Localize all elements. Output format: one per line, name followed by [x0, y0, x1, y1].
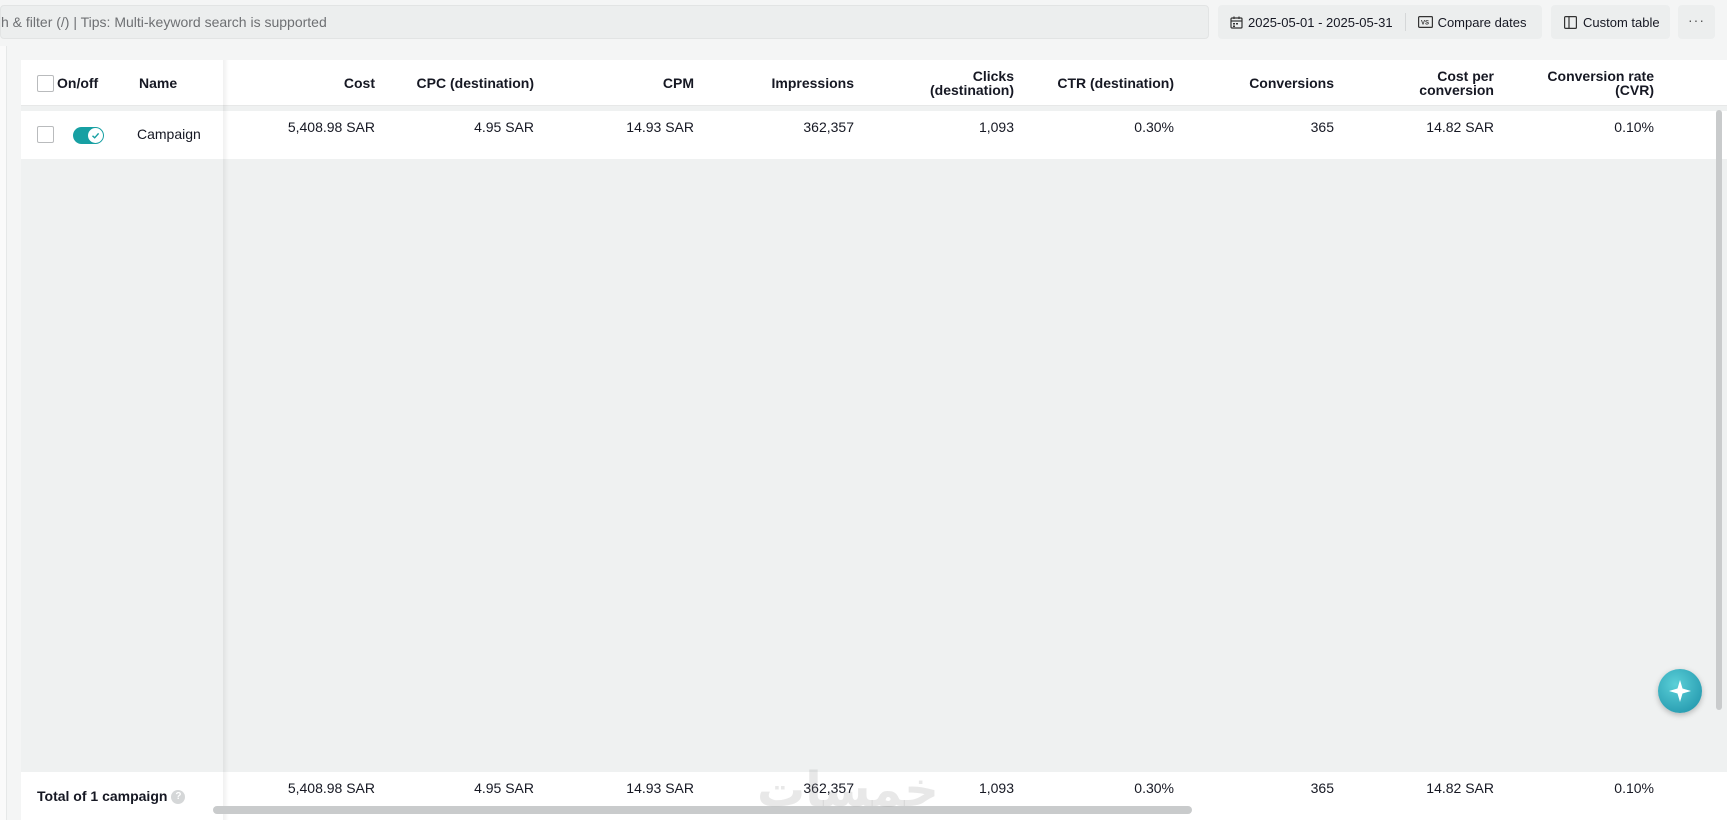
- header-conversions[interactable]: Conversions: [1174, 76, 1334, 90]
- side-panel-edge: [0, 46, 7, 820]
- check-icon: [92, 132, 100, 139]
- calendar-icon: [1230, 16, 1243, 29]
- header-cpc[interactable]: CPC (destination): [375, 76, 534, 90]
- svg-text:VS: VS: [1421, 21, 1429, 27]
- cell-clicks: 1,093: [978, 119, 1014, 135]
- total-cpm: 14.93 SAR: [626, 780, 694, 796]
- table-header: On/off Name Cost CPC (destination) CPM I…: [21, 60, 1727, 106]
- campaign-table: On/off Name Cost CPC (destination) CPM I…: [21, 60, 1727, 820]
- table-row: Campaign 5,408.98 SAR 4.95 SAR 14.93 SAR…: [21, 111, 1727, 159]
- header-cost-per-conversion[interactable]: Cost per conversion: [1334, 69, 1494, 97]
- horizontal-scrollbar[interactable]: [213, 806, 1192, 814]
- header-cpconv-line2: conversion: [1419, 82, 1494, 98]
- header-cvr-line2: (CVR): [1615, 82, 1654, 98]
- date-controls: 2025-05-01 - 2025-05-31 VS Compare dates: [1218, 5, 1542, 39]
- header-cvr-line1: Conversion rate: [1547, 68, 1654, 84]
- cell-cvr: 0.10%: [1614, 119, 1654, 135]
- more-options-button[interactable]: ···: [1678, 5, 1715, 39]
- header-clicks-line1: Clicks: [972, 68, 1014, 84]
- total-cost-per-conversion: 14.82 SAR: [1426, 780, 1494, 796]
- header-cost[interactable]: Cost: [229, 76, 375, 90]
- header-ctr[interactable]: CTR (destination): [1014, 76, 1174, 90]
- toggle-knob: [88, 128, 103, 143]
- date-range-picker[interactable]: 2025-05-01 - 2025-05-31: [1218, 5, 1405, 39]
- total-cost: 5,408.98 SAR: [287, 780, 375, 796]
- total-label-text: Total of 1 campaign: [37, 788, 168, 804]
- date-range-label: 2025-05-01 - 2025-05-31: [1248, 14, 1393, 30]
- cell-impressions: 362,357: [803, 119, 854, 135]
- frozen-column-area: [21, 106, 223, 772]
- total-cpc: 4.95 SAR: [474, 780, 534, 796]
- header-impressions[interactable]: Impressions: [694, 76, 854, 90]
- sparkle-icon: [1669, 680, 1691, 702]
- custom-table-label: Custom table: [1583, 14, 1660, 30]
- header-cvr[interactable]: Conversion rate (CVR): [1494, 69, 1654, 97]
- toolbar: h & filter (/) | Tips: Multi-keyword sea…: [0, 0, 1727, 44]
- columns-icon: [1564, 15, 1577, 29]
- header-cpconv-line1: Cost per: [1437, 68, 1494, 84]
- search-input[interactable]: h & filter (/) | Tips: Multi-keyword sea…: [0, 5, 1209, 39]
- header-cpm[interactable]: CPM: [534, 76, 694, 90]
- cell-cpc: 4.95 SAR: [474, 119, 534, 135]
- help-icon[interactable]: ?: [171, 790, 186, 805]
- cell-cost: 5,408.98 SAR: [287, 119, 375, 135]
- total-label: Total of 1 campaign?: [37, 788, 186, 805]
- compare-dates-button[interactable]: VS Compare dates: [1406, 5, 1539, 39]
- campaign-status-toggle[interactable]: [73, 127, 104, 144]
- compare-icon: VS: [1417, 16, 1433, 28]
- cell-cost-per-conversion: 14.82 SAR: [1426, 119, 1494, 135]
- select-all-checkbox[interactable]: [37, 75, 54, 92]
- cell-cpm: 14.93 SAR: [626, 119, 694, 135]
- campaign-name-link[interactable]: Campaign: [137, 126, 201, 142]
- watermark-logo: خمسات: [757, 762, 939, 818]
- ai-assistant-button[interactable]: [1658, 669, 1702, 713]
- total-cvr: 0.10%: [1614, 780, 1654, 796]
- header-name[interactable]: Name: [139, 76, 177, 90]
- header-onoff[interactable]: On/off: [57, 76, 98, 90]
- header-clicks-line2: (destination): [930, 82, 1014, 98]
- cell-conversions: 365: [1310, 119, 1334, 135]
- row-checkbox[interactable]: [37, 126, 54, 143]
- header-clicks[interactable]: Clicks (destination): [854, 69, 1014, 97]
- custom-table-button[interactable]: Custom table: [1551, 5, 1670, 39]
- vertical-scrollbar[interactable]: [1716, 110, 1722, 710]
- total-conversions: 365: [1310, 780, 1334, 796]
- total-ctr: 0.30%: [1134, 780, 1174, 796]
- cell-ctr: 0.30%: [1134, 119, 1174, 135]
- frozen-column-shadow: [223, 60, 229, 820]
- compare-dates-label: Compare dates: [1437, 14, 1527, 30]
